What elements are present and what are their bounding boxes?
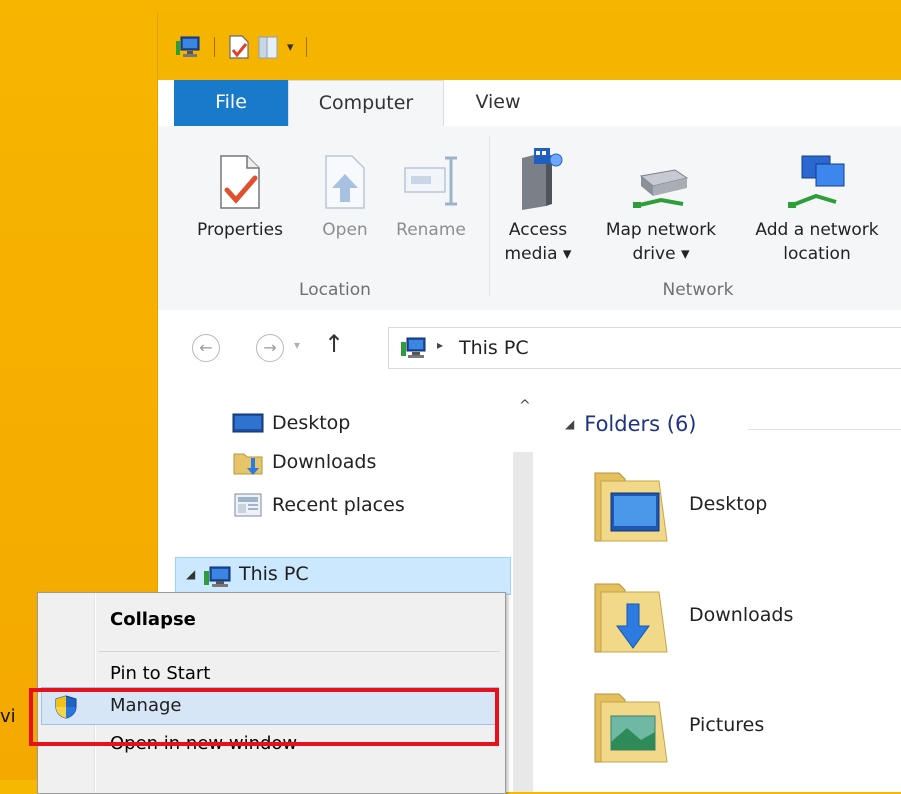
this-pc-icon [202,565,234,594]
access-media-icon [498,146,578,212]
scrollbar-track[interactable] [513,452,533,792]
nav-item-label: Downloads [272,451,377,473]
properties-button[interactable]: Properties [190,146,290,242]
desktop-icon [232,413,264,433]
pictures-folder-icon [594,693,668,763]
downloads-folder-icon [233,453,263,475]
collapse-expander[interactable]: ◢ [186,567,195,581]
address-bar[interactable]: ▸ This PC [388,327,901,369]
recent-locations-dropdown[interactable]: ▾ [294,338,300,352]
title-bar: ▾ [158,12,901,80]
this-pc-icon [399,336,429,365]
annotation-highlight-box [29,688,499,746]
nav-item-label: Recent places [272,494,405,516]
menu-item-collapse[interactable]: Collapse [110,609,196,630]
toolbar-separator [214,37,215,57]
properties-label: Properties [197,220,283,240]
tab-view[interactable]: View [458,80,538,126]
map-network-drive-label-line2[interactable]: drive ▾ [586,242,736,266]
downloads-folder-icon [594,583,668,653]
section-expander[interactable]: ◢ [565,417,574,431]
map-network-drive-button[interactable]: Map network drive ▾ [586,146,736,266]
add-network-location-label-line2: location [783,244,851,264]
back-button[interactable]: ← [192,334,220,362]
properties-icon [190,146,290,212]
partial-text: vi [0,706,16,727]
folder-label: Desktop [689,493,768,515]
open-label: Open [322,220,368,240]
folder-item-pictures[interactable]: Pictures [591,686,901,766]
nav-item-recent-places[interactable]: Recent places [232,488,405,522]
menu-separator [98,651,500,652]
group-label-location: Location [299,280,371,300]
tab-file[interactable]: File [174,80,288,126]
tab-computer[interactable]: Computer [288,80,444,127]
desktop-folder-icon [594,472,668,542]
add-network-location-label: Add a network [755,220,879,240]
nav-item-label: Desktop [272,412,351,434]
folder-item-desktop[interactable]: Desktop [591,465,901,545]
folder-item-downloads[interactable]: Downloads [591,576,901,656]
open-button[interactable]: Open [310,146,380,242]
forward-button[interactable]: → [256,334,284,362]
new-folder-icon[interactable] [257,34,279,60]
breadcrumb-separator[interactable]: ▸ [437,338,443,352]
nav-item-label: This PC [239,563,309,585]
open-icon [310,146,380,212]
section-divider [748,429,901,430]
rename-label: Rename [396,220,466,240]
scroll-up-arrow[interactable]: ^ [519,398,531,414]
properties-icon[interactable] [227,34,251,60]
access-media-label: Access [508,220,568,240]
access-media-label-line2[interactable]: media ▾ [498,242,578,266]
map-network-drive-label: Map network [605,220,717,240]
content-pane: ◢ Folders (6) Desktop Downloads Pictures [553,390,901,792]
add-network-location-icon [742,146,892,212]
ribbon-tab-row: File Computer View [158,80,901,127]
breadcrumb-this-pc[interactable]: This PC [459,337,529,359]
navigation-bar: ← → ▾ ↑ ▸ This PC [158,310,901,390]
rename-icon [386,146,476,212]
computer-icon[interactable] [176,35,202,59]
toolbar-separator [305,37,307,57]
group-label-network: Network [662,280,734,300]
nav-item-downloads[interactable]: Downloads [232,445,376,479]
up-button[interactable]: ↑ [324,330,344,358]
customize-toolbar-dropdown[interactable]: ▾ [287,40,294,55]
folder-label: Downloads [689,604,794,626]
recent-places-icon [234,493,262,517]
menu-item-pin-to-start[interactable]: Pin to Start [110,663,210,684]
nav-item-this-pc[interactable]: ◢ This PC [175,557,511,595]
section-title: Folders (6) [584,412,697,436]
folder-label: Pictures [689,714,765,736]
access-media-button[interactable]: Access media ▾ [498,146,578,266]
folders-section-header[interactable]: ◢ Folders (6) [565,412,697,436]
add-network-location-button[interactable]: Add a network location [742,146,892,266]
ribbon-group-separator [489,136,490,296]
rename-button[interactable]: Rename [386,146,476,242]
nav-item-desktop[interactable]: Desktop [232,406,350,440]
map-network-drive-icon [586,146,736,212]
quick-access-toolbar: ▾ [176,34,313,60]
ribbon: Properties Open Rename Location Access m… [158,126,901,311]
